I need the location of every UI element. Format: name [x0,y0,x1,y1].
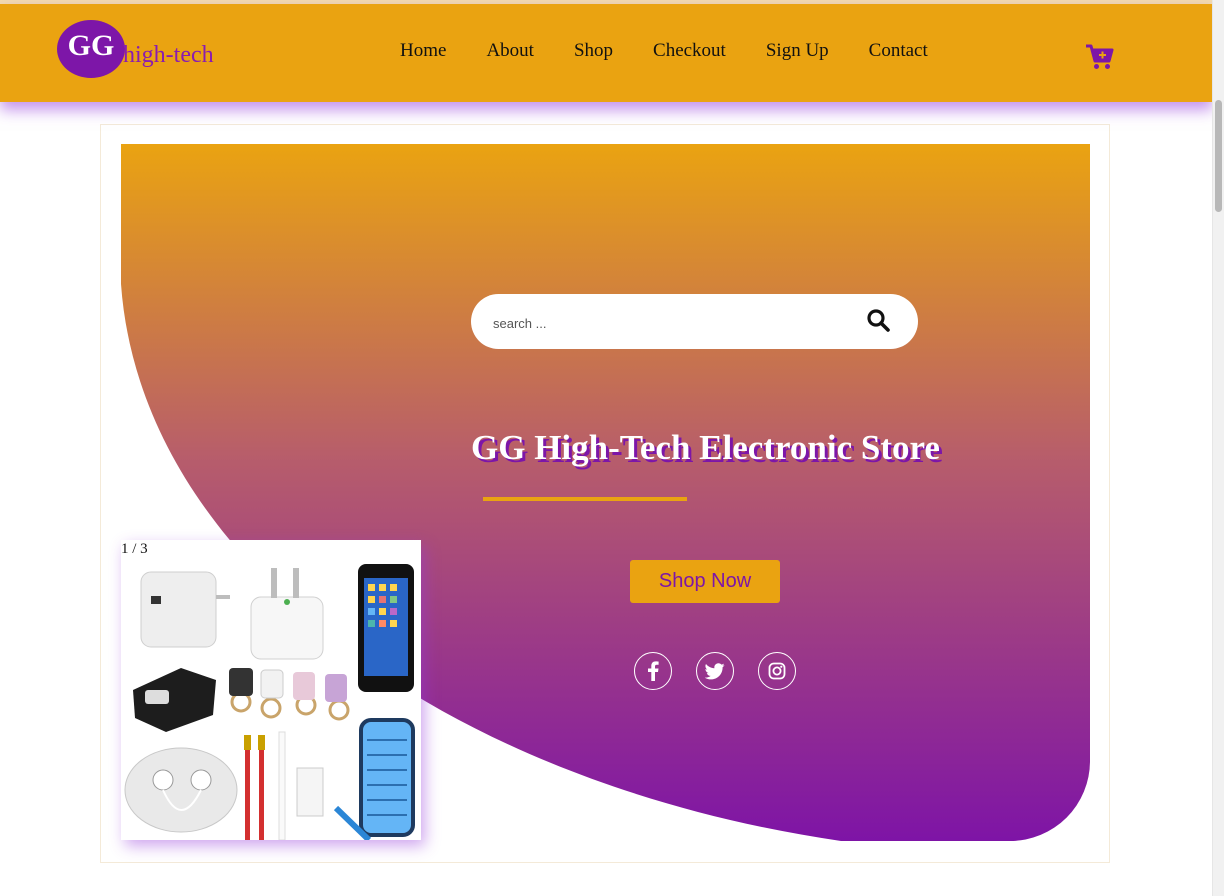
facebook-icon[interactable] [634,652,672,690]
nav-checkout[interactable]: Checkout [653,40,726,62]
nav-about[interactable]: About [486,40,534,62]
title-underline [483,497,687,501]
search-input[interactable] [491,308,835,338]
nav-home[interactable]: Home [400,40,446,62]
navbar: GG high-tech Home About Shop Checkout Si… [0,4,1213,102]
logo-initials: GG [57,20,125,78]
shop-now-button[interactable]: Shop Now [630,560,780,603]
hero-title: GG High-Tech Electronic Store [471,428,940,467]
slideshow-image [121,540,421,840]
search-icon[interactable] [866,308,892,334]
scrollbar-thumb[interactable] [1215,100,1222,212]
main-nav: Home About Shop Checkout Sign Up Contact [400,40,968,62]
logo-link[interactable]: GG high-tech [57,20,214,78]
cart-plus-icon[interactable] [1084,42,1114,72]
nav-sign-up[interactable]: Sign Up [766,40,829,62]
twitter-icon[interactable] [696,652,734,690]
logo-text: high-tech [123,42,214,68]
instagram-icon[interactable] [758,652,796,690]
nav-shop[interactable]: Shop [574,40,613,62]
slide-counter: 1 / 3 [121,541,148,557]
search-box [471,294,918,349]
nav-contact[interactable]: Contact [869,40,928,62]
page-scrollbar[interactable] [1212,0,1224,896]
